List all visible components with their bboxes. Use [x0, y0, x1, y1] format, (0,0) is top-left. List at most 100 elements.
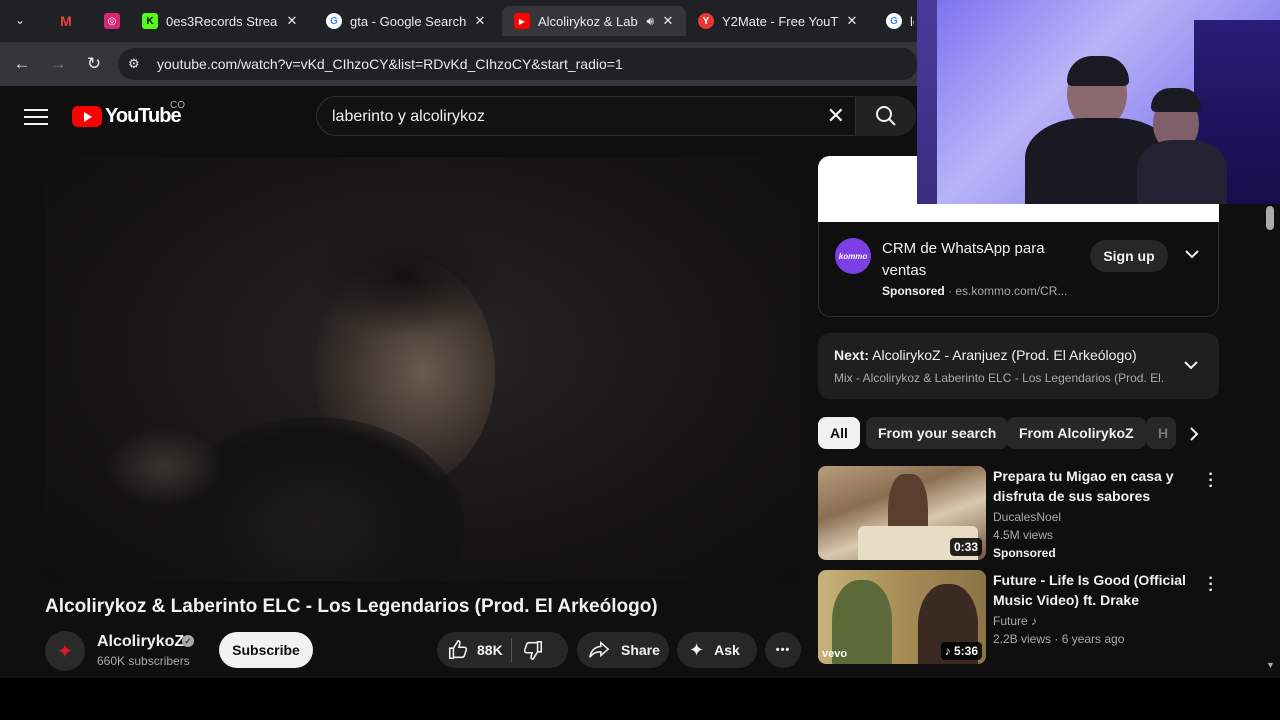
ask-button[interactable]: ✦ Ask: [677, 632, 757, 668]
reload-icon[interactable]: ↻: [82, 52, 106, 76]
more-actions-button[interactable]: •••: [765, 632, 801, 668]
ad-domain: · es.kommo.com/CR...: [948, 284, 1068, 298]
video-meta[interactable]: Prepara tu Migao en casa y disfruta de s…: [993, 466, 1198, 562]
tab-title: le: [910, 13, 914, 29]
video-thumbnail[interactable]: 0:33: [818, 466, 986, 560]
speaker-icon[interactable]: 🔊︎: [646, 14, 654, 29]
video-frame-hand: [105, 427, 225, 507]
more-options-icon[interactable]: · · ·: [1205, 467, 1217, 495]
site-info-icon[interactable]: ⚙︎: [128, 56, 144, 72]
tab-google-gta[interactable]: G gta - Google Search ✕: [314, 6, 498, 36]
chip-all[interactable]: All: [818, 417, 860, 449]
thumbs-down-icon: [523, 640, 542, 660]
next-up-line: Next: AlcolirykoZ - Aranjuez (Prod. El A…: [834, 347, 1137, 363]
like-count: 88K: [477, 642, 503, 658]
channel-name[interactable]: Future: [993, 614, 1028, 628]
dislike-button[interactable]: [522, 639, 544, 661]
video-thumbnail[interactable]: vevo ♪ 5:36: [818, 570, 986, 664]
ad-title[interactable]: CRM de WhatsApp para ventas: [882, 238, 1072, 282]
youtube-icon: ▶: [514, 13, 530, 29]
gmail-icon: M: [60, 13, 72, 29]
mix-title: Mix - Alcolirykoz & Laberinto ELC - Los …: [834, 371, 1164, 385]
tab-kick[interactable]: K 0es3Records Stream - ✕: [130, 6, 310, 36]
omnibox[interactable]: ⚙︎ youtube.com/watch?v=vKd_CIhzoCY&list=…: [118, 48, 918, 80]
close-tab-icon[interactable]: ✕: [284, 13, 300, 29]
tab-y2mate[interactable]: Y Y2Mate - Free YouTul ✕: [686, 6, 870, 36]
instagram-icon: ◎: [104, 13, 120, 29]
sponsored-label: Sponsored: [882, 284, 945, 298]
chevron-down-icon[interactable]: [1185, 246, 1199, 262]
youtube-logo[interactable]: YouTube CO: [72, 100, 185, 127]
channel-avatar[interactable]: ✦: [45, 631, 85, 671]
next-up-card[interactable]: Next: AlcolirykoZ - Aranjuez (Prod. El A…: [818, 333, 1219, 399]
webcam-cap-left: [1067, 56, 1129, 86]
tab-youtube[interactable]: ▶ Alcolirykoz & Lab 🔊︎ ✕: [502, 6, 686, 36]
like-dislike-group: 88K: [437, 632, 568, 668]
vevo-logo: vevo: [822, 648, 848, 660]
video-title[interactable]: Future - Life Is Good (Official Music Vi…: [993, 570, 1198, 610]
scroll-down-arrow-icon[interactable]: ▼: [1266, 660, 1275, 670]
tab-gmail[interactable]: M: [46, 6, 78, 36]
clear-search-icon[interactable]: ✕: [827, 105, 845, 127]
url-text[interactable]: youtube.com/watch?v=vKd_CIhzoCY&list=RDv…: [157, 56, 623, 72]
close-tab-icon[interactable]: ✕: [472, 13, 488, 29]
webcam-overlay: [917, 0, 1280, 204]
chip-from-alcolirykoz[interactable]: From AlcolirykoZ: [1007, 417, 1146, 449]
google-icon: G: [886, 13, 902, 29]
subscriber-count: 660K subscribers: [97, 654, 190, 668]
channel-name[interactable]: AlcolirykoZ: [97, 633, 184, 651]
video-frame-hair: [305, 217, 505, 337]
search-query[interactable]: laberinto y alcolirykoz: [332, 108, 485, 126]
search-button[interactable]: [856, 96, 916, 136]
more-options-icon[interactable]: · · ·: [1205, 571, 1217, 599]
chip-from-your-search[interactable]: From your search: [866, 417, 1009, 449]
menu-icon[interactable]: [24, 106, 48, 126]
chevron-right-icon[interactable]: [1188, 426, 1200, 447]
webcam-cap-right: [1151, 88, 1201, 112]
tab-instagram[interactable]: ◎: [92, 6, 124, 36]
kick-icon: K: [142, 13, 158, 29]
channel-name[interactable]: DucalesNoel: [993, 508, 1198, 526]
sponsored-badge: Sponsored: [993, 546, 1056, 560]
advertiser-logo: kommo: [835, 238, 871, 274]
video-title: Alcolirykoz & Laberinto ELC - Los Legend…: [45, 596, 658, 617]
back-icon[interactable]: ←: [10, 52, 34, 76]
tab-title: Y2Mate - Free YouTul: [722, 13, 838, 29]
close-tab-icon[interactable]: ✕: [844, 13, 860, 29]
view-count: 2.2B views · 6 years ago: [993, 632, 1125, 646]
channel-line: Future ♪: [993, 612, 1198, 630]
ask-label: Ask: [714, 642, 740, 658]
ad-card[interactable]: kommo CRM de WhatsApp para ventas Sponso…: [818, 222, 1219, 317]
share-icon: [589, 640, 610, 658]
scrollbar-thumb[interactable]: [1266, 206, 1274, 230]
video-duration: 0:33: [949, 538, 982, 556]
video-player[interactable]: [45, 157, 800, 581]
next-title: AlcolirykoZ - Aranjuez (Prod. El Arkeólo…: [872, 347, 1137, 363]
video-title[interactable]: Prepara tu Migao en casa y disfruta de s…: [993, 466, 1198, 506]
forward-icon[interactable]: →: [46, 52, 70, 76]
divider: [510, 638, 512, 662]
tab-title: gta - Google Search: [350, 13, 466, 29]
tab-search-button[interactable]: ⌄: [8, 8, 32, 32]
duration-text: 5:36: [953, 644, 978, 658]
video-meta[interactable]: Future - Life Is Good (Official Music Vi…: [993, 570, 1198, 648]
share-label: Share: [621, 642, 660, 658]
close-tab-icon[interactable]: ✕: [660, 13, 676, 29]
chip-partial[interactable]: H: [1146, 417, 1176, 449]
sign-up-button[interactable]: Sign up: [1090, 240, 1168, 272]
webcam-body-right: [1137, 140, 1227, 204]
webcam-left-edge: [917, 0, 937, 204]
thumbs-up-icon: [448, 640, 468, 660]
view-count: 4.5M views: [993, 528, 1054, 542]
chevron-down-icon[interactable]: [1184, 357, 1198, 373]
youtube-play-icon: [72, 105, 102, 127]
subscribe-button[interactable]: Subscribe: [219, 632, 313, 668]
sparkle-icon: ✦: [689, 639, 705, 660]
ad-subtitle: Sponsored · es.kommo.com/CR...: [882, 284, 1067, 298]
share-button[interactable]: Share: [577, 632, 669, 668]
like-button[interactable]: 88K: [447, 639, 503, 661]
google-icon: G: [326, 13, 342, 29]
country-code: CO: [170, 100, 185, 111]
y2mate-icon: Y: [698, 13, 714, 29]
search-input[interactable]: laberinto y alcolirykoz ✕: [316, 96, 856, 136]
